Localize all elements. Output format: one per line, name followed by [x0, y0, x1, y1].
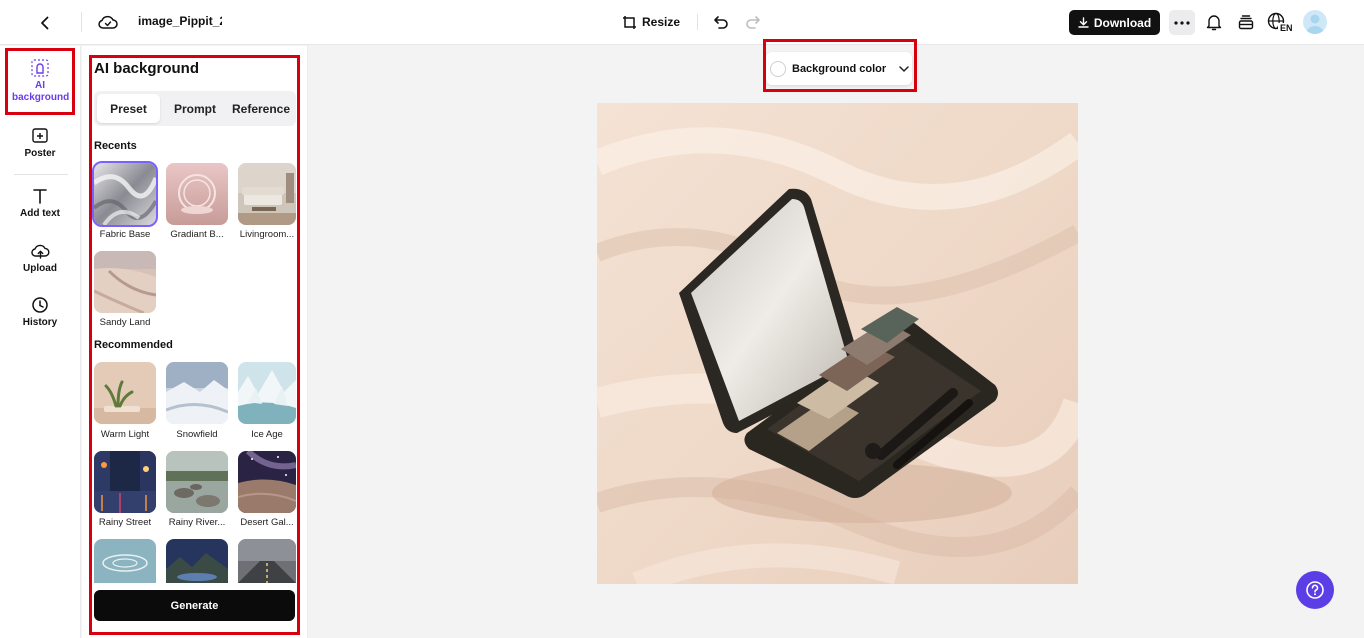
recents-heading: Recents [94, 140, 137, 152]
resize-icon [623, 15, 636, 29]
question-icon [1306, 581, 1324, 599]
preset-thumb-sandy-land[interactable] [94, 251, 156, 313]
ice-age-preview-image [238, 362, 296, 424]
preset-thumb-ice-age[interactable] [238, 362, 296, 424]
rail-item-upload[interactable]: Upload [6, 242, 74, 275]
top-bar: image_Pippit_20 Resize Download EN [0, 0, 1364, 45]
rail-label-upload: Upload [23, 263, 57, 274]
upload-cloud-icon [30, 244, 49, 259]
background-color-dropdown[interactable]: Background color [766, 52, 912, 85]
canvas-product-image[interactable] [597, 103, 1078, 584]
preset-thumb-night-lake[interactable] [166, 539, 228, 583]
undo-button[interactable] [710, 10, 732, 34]
background-color-label: Background color [792, 62, 887, 75]
chevron-down-icon [899, 65, 909, 72]
notifications-button[interactable] [1203, 10, 1225, 34]
color-swatch [770, 60, 786, 77]
preset-thumb-gradient[interactable] [166, 163, 228, 225]
clock-icon [32, 297, 48, 313]
rail-divider [14, 174, 68, 175]
preset-caption: Fabric Base [99, 229, 151, 240]
file-name[interactable]: image_Pippit_20 [138, 14, 222, 28]
road-preview-image [238, 539, 296, 583]
download-label: Download [1093, 15, 1152, 30]
desert-galaxy-preview-image [238, 451, 296, 513]
rainy-river-preview-image [166, 451, 228, 513]
language-badge: EN [1280, 23, 1293, 33]
preset-caption: Gradiant B... [170, 229, 224, 240]
rainy-street-preview-image [94, 451, 156, 513]
rail-label-poster: Poster [24, 148, 56, 159]
night-lake-preview-image [166, 539, 228, 583]
avatar[interactable] [1303, 10, 1327, 34]
panel-tabs: Preset Prompt Reference [94, 91, 296, 126]
more-options-button[interactable] [1169, 10, 1195, 35]
water-preview-image [94, 539, 156, 583]
preset-thumb-desert-galaxy[interactable] [238, 451, 296, 513]
generate-button[interactable]: Generate [94, 590, 295, 621]
preset-thumb-snowfield[interactable] [166, 362, 228, 424]
poster-icon [32, 128, 48, 143]
redo-icon [746, 16, 760, 29]
tab-preset[interactable]: Preset [97, 94, 160, 123]
toolbar-divider [697, 14, 698, 30]
preset-thumb-rainy-street[interactable] [94, 451, 156, 513]
panel-title: AI background [94, 60, 200, 77]
preset-thumb-rainy-river[interactable] [166, 451, 228, 513]
warm-light-preview-image [94, 362, 156, 424]
eyeshadow-palette-photo [597, 103, 1078, 584]
more-dots-icon [1174, 20, 1190, 25]
preset-thumb-warm-light[interactable] [94, 362, 156, 424]
sandy-land-preview-image [94, 251, 156, 313]
chevron-left-icon [41, 16, 49, 30]
download-icon [1078, 17, 1089, 28]
preset-caption: Sandy Land [99, 317, 151, 328]
livingroom-preview-image [238, 163, 296, 225]
preset-caption: Snowfield [176, 429, 218, 440]
preset-caption: Rainy River... [168, 517, 226, 528]
text-icon [33, 189, 47, 204]
assets-button[interactable] [1235, 10, 1257, 34]
tab-prompt[interactable]: Prompt [164, 94, 226, 123]
preset-caption: Warm Light [100, 429, 150, 440]
help-button[interactable] [1296, 571, 1334, 609]
resize-label: Resize [642, 15, 681, 29]
cloud-check-icon [98, 15, 118, 29]
rail-item-history[interactable]: History [6, 296, 74, 329]
resize-button[interactable]: Resize [622, 10, 680, 34]
back-button[interactable] [32, 10, 58, 36]
rail-item-ai-background[interactable]: AI background [6, 59, 74, 104]
fabric-preview-image [94, 163, 156, 225]
cloud-sync-button[interactable] [96, 10, 120, 34]
download-button[interactable]: Download [1069, 10, 1160, 35]
preset-caption: Rainy Street [98, 517, 152, 528]
preset-thumb-water[interactable] [94, 539, 156, 583]
rail-label-history: History [22, 317, 58, 328]
preset-thumb-fabric-base[interactable] [92, 161, 158, 227]
snowfield-preview-image [166, 362, 228, 424]
ai-background-icon [31, 59, 49, 77]
recommended-heading: Recommended [94, 339, 173, 351]
undo-icon [714, 16, 728, 29]
preset-caption: Ice Age [251, 429, 283, 440]
language-button[interactable]: EN [1267, 10, 1293, 36]
rail-label-add-text: Add text [20, 208, 60, 219]
rail-item-poster[interactable]: Poster [6, 127, 74, 160]
redo-button[interactable] [742, 10, 764, 34]
toolbar-divider [81, 12, 82, 32]
rail-label-ai-background: AI background [12, 80, 70, 103]
preset-thumb-road[interactable] [238, 539, 296, 583]
preset-caption: Livingroom... [239, 229, 295, 240]
gradient-preview-image [166, 163, 228, 225]
tab-reference[interactable]: Reference [228, 94, 294, 123]
layers-icon [1238, 15, 1254, 30]
preset-thumb-livingroom[interactable] [238, 163, 296, 225]
bell-icon [1206, 15, 1222, 31]
user-avatar-icon [1306, 14, 1324, 34]
rail-item-add-text[interactable]: Add text [6, 187, 74, 220]
preset-caption: Desert Gal... [240, 517, 294, 528]
